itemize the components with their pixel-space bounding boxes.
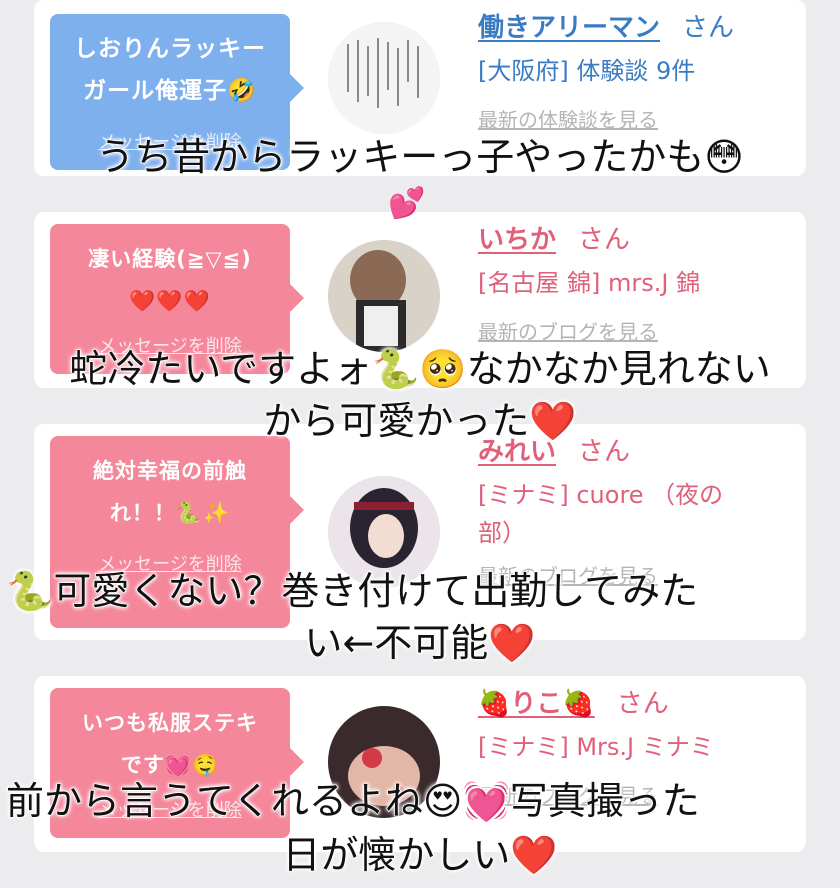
sender-meta: [ミナミ] Mrs.J ミナミ	[478, 733, 714, 761]
message-line: いつも私服ステキ	[82, 711, 258, 735]
handwritten-note-image	[328, 22, 440, 134]
sender-meta: [大阪府] 体験談 9件	[478, 57, 696, 85]
sender-meta: [ミナミ] cuore （夜の 部）	[478, 476, 786, 552]
overlay-caption: 日が懐かしい❤️	[282, 832, 559, 877]
overlay-caption: い←不可能❤️	[304, 620, 537, 665]
overlay-caption: 前から言うてくれるよね😍💓写真撮った	[5, 778, 700, 823]
meta-line: [ミナミ] cuore （夜の	[478, 481, 724, 509]
avatar[interactable]	[328, 22, 440, 134]
sender-info: 働きアリーマン さん [大阪府] 体験談 9件 最新の体験談を見る	[478, 8, 786, 133]
message-line: ガール俺運子🤣	[83, 78, 257, 104]
sender-name-link[interactable]: 働きアリーマン	[478, 13, 660, 43]
overlay-caption: 🐍可愛くない？巻き付けて出勤してみた	[5, 568, 699, 613]
message-text: 凄い経験(≧▽≦) ❤️❤️❤️	[50, 224, 290, 322]
latest-post-link[interactable]: 最新の体験談を見る	[478, 104, 786, 133]
profile-photo	[328, 240, 440, 352]
avatar[interactable]	[328, 240, 440, 352]
message-text: いつも私服ステキ です💓🤤	[50, 688, 290, 786]
overlay-caption: うち昔からラッキーっ子やったかも😳	[95, 134, 744, 179]
message-text: しおりんラッキー ガール俺運子🤣	[50, 14, 290, 112]
sender-info: みれい さん [ミナミ] cuore （夜の 部） 最新のブログを見る	[478, 432, 786, 589]
sender-name-link[interactable]: 🍓りこ🍓	[478, 689, 595, 719]
sender-name-link[interactable]: いちか	[478, 225, 556, 255]
honorific: さん	[578, 225, 631, 255]
message-line: しおりんラッキー	[74, 36, 266, 62]
sender-meta: [名古屋 錦] mrs.J 錦	[478, 269, 701, 297]
honorific: さん	[616, 689, 669, 719]
overlay-caption: 蛇冷たいですよォ🐍🥺なかなか見れない	[69, 346, 772, 391]
message-line: 絶対幸福の前触	[93, 459, 247, 483]
latest-post-link[interactable]: 最新のブログを見る	[478, 316, 786, 345]
meta-line: 部）	[478, 519, 526, 547]
message-card: いつも私服ステキ です💓🤤 メッセージを削除 🍓りこ🍓 さん [ミナミ] Mrs.…	[34, 676, 806, 852]
overlay-caption: から可愛かった❤️	[263, 398, 578, 443]
message-line: 凄い経験(≧▽≦)	[88, 247, 252, 271]
hearts-emoji: 💕	[388, 186, 426, 221]
honorific: さん	[682, 13, 735, 43]
message-text: 絶対幸福の前触 れ！！🐍✨	[50, 436, 290, 534]
sender-info: いちか さん [名古屋 錦] mrs.J 錦 最新のブログを見る	[478, 220, 786, 345]
message-line: ❤️❤️❤️	[129, 289, 211, 313]
message-line: れ！！🐍✨	[109, 501, 231, 525]
